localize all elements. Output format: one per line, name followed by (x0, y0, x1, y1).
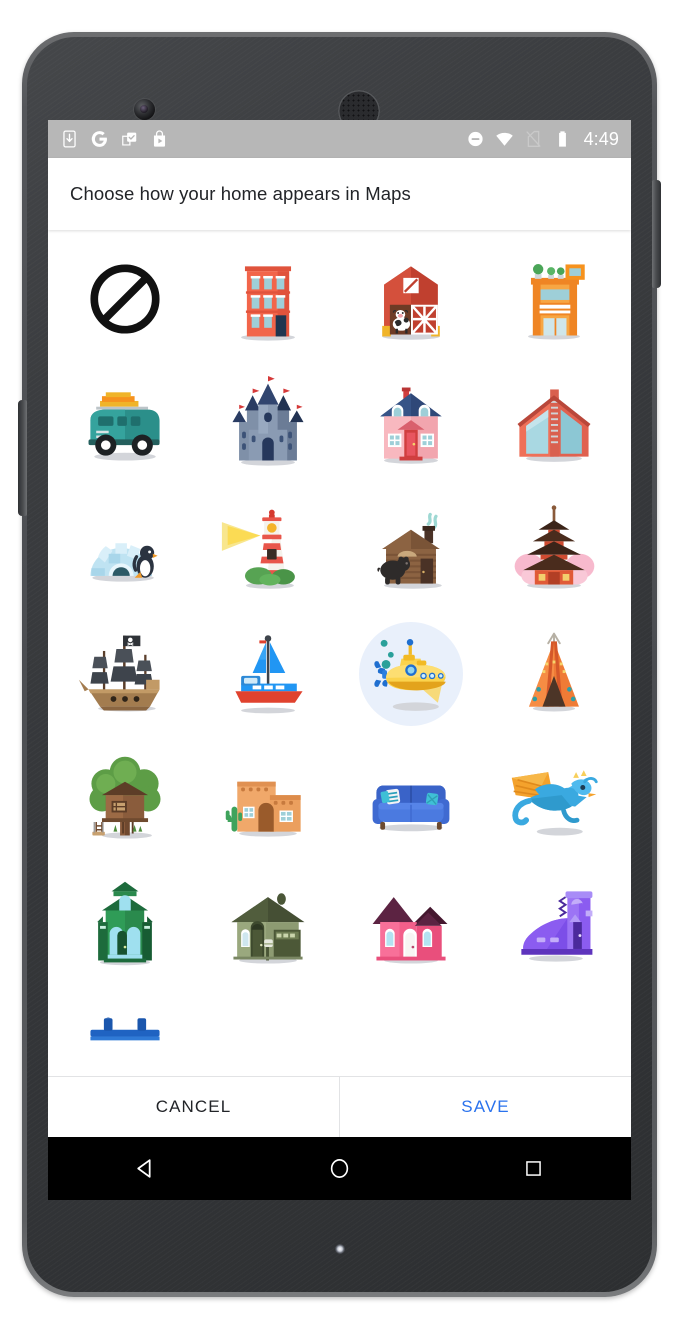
rooftop-plants-icon (532, 263, 565, 279)
notification-led-icon (335, 1244, 345, 1254)
grid-item-barn[interactable] (340, 236, 483, 361)
google-g-icon (91, 131, 107, 147)
grid-item-pirate-ship[interactable] (54, 611, 197, 736)
victorian-house-icon (97, 881, 154, 965)
grid-item-suburban-house[interactable] (340, 361, 483, 486)
suburban-house-icon (380, 387, 442, 464)
power-button[interactable] (652, 180, 661, 288)
battery-icon (558, 131, 566, 147)
no-sim-icon (526, 130, 541, 147)
grid-item-none[interactable] (54, 236, 197, 361)
grid-item-submarine[interactable] (340, 611, 483, 736)
grid-item-lighthouse[interactable] (197, 486, 340, 611)
status-bar-clock: 4:49 (583, 129, 619, 149)
back-triangle-icon (136, 1159, 151, 1178)
lighthouse-icon (222, 509, 296, 589)
bootlaces-icon (557, 895, 567, 917)
status-bar: 4:49 (48, 120, 631, 158)
page-title: Choose how your home appears in Maps (70, 183, 411, 204)
smoke-icon (426, 512, 438, 530)
status-bar-right-icons: 4:49 (466, 128, 619, 150)
igloo-icon (90, 542, 159, 582)
app-update-check-icon (122, 132, 137, 146)
download-to-device-icon (63, 130, 76, 148)
home-circle-icon (330, 1159, 349, 1178)
grid-item-couch[interactable] (340, 736, 483, 861)
grid-item-pagoda[interactable] (482, 486, 625, 611)
home-icon-grid-scroll[interactable] (48, 230, 631, 1117)
nav-recents-button[interactable] (517, 1152, 551, 1186)
ranch-house-icon (231, 892, 305, 964)
phone-frame: 4:49 Choose how your home appears in Map… (18, 32, 661, 1297)
grid-item-adobe-house[interactable] (197, 736, 340, 861)
grid-item-shop[interactable] (482, 236, 625, 361)
submarine-icon (374, 638, 446, 711)
grid-item-camper-van[interactable] (54, 361, 197, 486)
nav-back-button[interactable] (128, 1152, 162, 1186)
camper-van-icon (88, 391, 160, 460)
grid-item-sailboat[interactable] (197, 611, 340, 736)
dialog-action-bar: CANCEL SAVE (48, 1076, 631, 1137)
grid-item-teepee[interactable] (482, 611, 625, 736)
grid-item-treehouse[interactable] (54, 736, 197, 861)
shop-front-icon (527, 263, 585, 340)
grid-item-boot-house[interactable] (482, 861, 625, 986)
status-bar-left-icons (60, 128, 169, 150)
phone-screen: 4:49 Choose how your home appears in Map… (48, 120, 631, 1200)
pagoda-icon (514, 504, 594, 589)
recents-square-icon (526, 1161, 542, 1176)
android-nav-bar (48, 1137, 631, 1200)
couch-icon (372, 785, 450, 831)
sailboat-icon (235, 634, 303, 713)
cancel-button[interactable]: CANCEL (48, 1077, 339, 1137)
teepee-icon (528, 632, 579, 711)
dragon-icon (511, 769, 598, 835)
grid-item-castle[interactable] (197, 361, 340, 486)
grid-item-victorian-house[interactable] (54, 861, 197, 986)
front-camera-icon (134, 99, 155, 120)
grid-item-brownstone[interactable] (197, 236, 340, 361)
no-symbol-icon (90, 263, 160, 334)
barn-icon (382, 265, 440, 340)
nav-home-button[interactable] (322, 1152, 356, 1186)
grid-item-modern-house[interactable] (482, 361, 625, 486)
log-cabin-icon (377, 512, 442, 589)
play-store-icon (153, 130, 166, 147)
boot-house-icon (520, 890, 593, 962)
volume-rocker-button[interactable] (18, 400, 27, 516)
pink-house-icon (372, 896, 448, 964)
adobe-house-icon (225, 781, 301, 837)
dialog-title-bar: Choose how your home appears in Maps (48, 158, 631, 230)
wifi-icon (495, 132, 513, 146)
bubbles-icon (380, 639, 394, 669)
brownstone-building-icon (241, 265, 296, 341)
grid-item-ranch-house[interactable] (197, 861, 340, 986)
grid-item-igloo[interactable] (54, 486, 197, 611)
grid-item-dragon[interactable] (482, 736, 625, 861)
save-button[interactable]: SAVE (340, 1077, 631, 1137)
do-not-disturb-icon (467, 131, 483, 147)
modern-house-icon (517, 388, 591, 462)
treehouse-icon (89, 756, 161, 839)
grid-item-pink-house[interactable] (340, 861, 483, 986)
home-icon-grid (48, 230, 631, 1111)
grid-item-log-cabin[interactable] (340, 486, 483, 611)
castle-icon (232, 375, 304, 466)
screenshot-root: 4:49 Choose how your home appears in Map… (0, 0, 679, 1328)
pirate-ship-icon (79, 635, 160, 711)
